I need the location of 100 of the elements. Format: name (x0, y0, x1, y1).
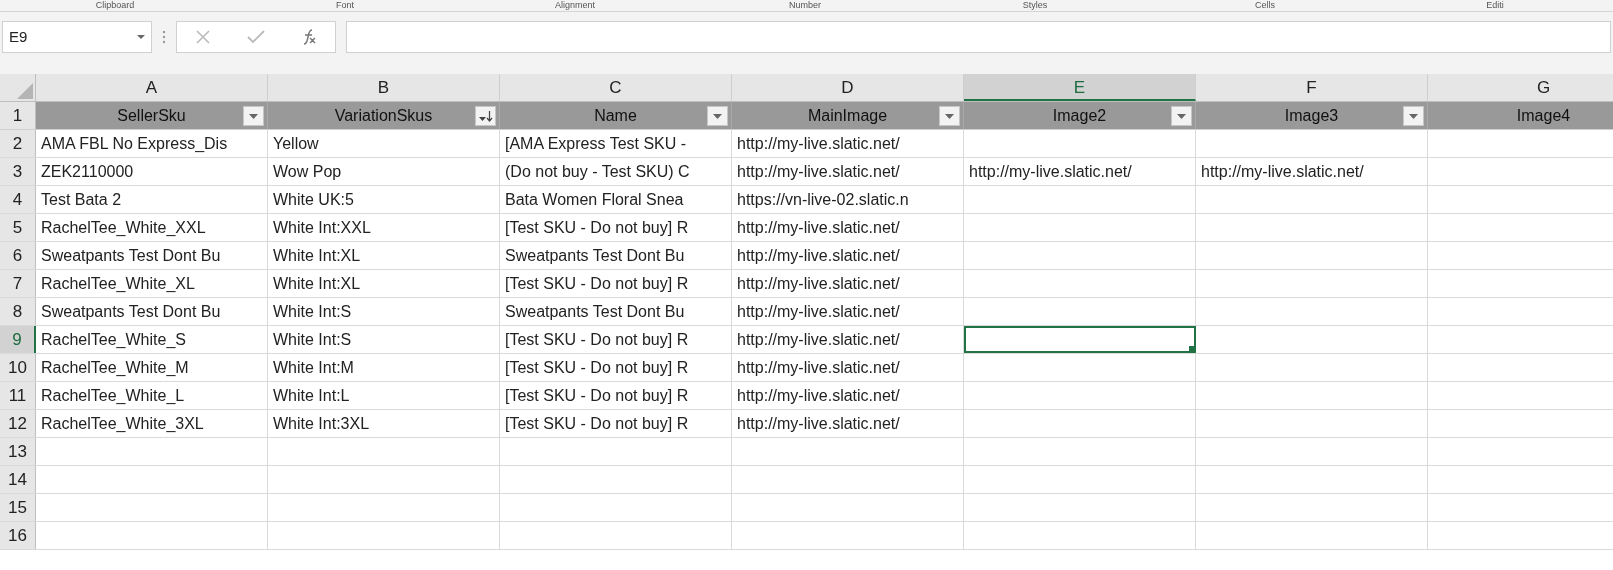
row-header[interactable]: 2 (0, 130, 36, 157)
caret-icon (1409, 113, 1418, 119)
row-header[interactable]: 1 (0, 102, 36, 129)
formula-input-field[interactable] (346, 21, 1611, 53)
table-cell-text: White Int:XL (273, 246, 361, 266)
row-header[interactable]: 10 (0, 354, 36, 381)
table-cell-text: White Int:S (273, 302, 352, 322)
sort-filter-button[interactable] (475, 106, 496, 126)
row-header[interactable]: 16 (0, 522, 36, 549)
filter-dropdown-button[interactable] (1171, 106, 1192, 126)
ribbon-group-label: Styles (1021, 0, 1049, 11)
column-header[interactable]: G (1428, 74, 1613, 101)
row-header[interactable]: 4 (0, 186, 36, 213)
column-header[interactable]: E (964, 74, 1196, 101)
table-cell-text: [Test SKU - Do not buy] R (505, 218, 689, 238)
table-cell-text: White Int:L (273, 386, 350, 406)
table-cell-text: Sweatpants Test Dont Bu (505, 302, 685, 322)
table-cell-text: Sweatpants Test Dont Bu (41, 302, 221, 322)
ribbon-group-label: Number (788, 0, 822, 11)
table-cell-text: RachelTee_White_L (41, 386, 185, 406)
triangle-icon (17, 83, 33, 99)
header-cell-text: Image3 (1283, 106, 1340, 126)
table-cell-text: http://my-live.slatic.net/ (737, 134, 900, 154)
cross-icon (195, 29, 212, 45)
ribbon-group-label: Cells (1254, 0, 1276, 11)
name-box[interactable]: E9 (2, 21, 152, 53)
table-cell-text: http://my-live.slatic.net/ (737, 358, 900, 378)
ribbon-group-label: Editi (1485, 0, 1505, 11)
table-cell-text: http://my-live.slatic.net/ (737, 330, 900, 350)
active-cell-handle[interactable] (1189, 346, 1194, 351)
table-cell-text: Sweatpants Test Dont Bu (505, 246, 685, 266)
column-header[interactable]: A (36, 74, 268, 101)
table-cell-text: [Test SKU - Do not buy] R (505, 386, 689, 406)
caret-icon (249, 113, 258, 119)
table-cell-text: [Test SKU - Do not buy] R (505, 414, 689, 434)
table-cell-text: [Test SKU - Do not buy] R (505, 358, 689, 378)
table-cell-text: RachelTee_White_XL (41, 274, 195, 294)
table-cell-text: RachelTee_White_3XL (41, 414, 204, 434)
table-cell-text: ZEK2110000 (41, 162, 134, 182)
table-cell-text: http://my-live.slatic.net/ (737, 162, 900, 182)
row-header[interactable]: 5 (0, 214, 36, 241)
sort-descending-icon (478, 110, 493, 122)
table-cell-text: RachelTee_White_S (41, 330, 186, 350)
header-cell-text: Image2 (1051, 106, 1108, 126)
row-header[interactable]: 11 (0, 382, 36, 409)
table-cell-text: http://my-live.slatic.net/ (737, 246, 900, 266)
table-cell-text: [Test SKU - Do not buy] R (505, 274, 689, 294)
table-cell-text: Sweatpants Test Dont Bu (41, 246, 221, 266)
grip-icon (162, 30, 166, 44)
table-cell-text: White Int:M (273, 358, 354, 378)
table-cell-text: White Int:S (273, 330, 352, 350)
table-cell-text: White Int:XXL (273, 218, 371, 238)
table-cell-text: Test Bata 2 (41, 190, 122, 210)
cell-reference: E9 (9, 26, 28, 47)
caret-icon (1177, 113, 1186, 119)
table-cell-text: [Test SKU - Do not buy] R (505, 330, 689, 350)
table-cell-text: AMA FBL No Express_Dis (41, 134, 228, 154)
column-header[interactable]: B (268, 74, 500, 101)
row-header[interactable]: 8 (0, 298, 36, 325)
header-cell-text: Name (593, 106, 638, 126)
table-cell-text: http://my-live.slatic.net/ (737, 302, 900, 322)
row-header[interactable]: 7 (0, 270, 36, 297)
table-cell-text: Yellow (273, 134, 319, 154)
row-header[interactable]: 13 (0, 438, 36, 465)
table-cell-text: http://my-live.slatic.net/ (737, 414, 900, 434)
table-cell-text: White Int:XL (273, 274, 361, 294)
table-cell-text: http://my-live.slatic.net/ (737, 274, 900, 294)
table-cell-text: https://vn-live-02.slatic.n (737, 190, 909, 210)
table-cell-text: http://my-live.slatic.net/ (1201, 162, 1364, 182)
table-cell-text: Wow Pop (273, 162, 342, 182)
caret-icon (713, 113, 722, 119)
header-cell-text: Image4 (1515, 106, 1572, 126)
header-cell-text: MainImage (806, 106, 889, 126)
caret-icon (137, 35, 145, 39)
table-cell-text: [AMA Express Test SKU - (505, 134, 687, 154)
table-cell-text: (Do not buy - Test SKU) C (505, 162, 690, 182)
row-header[interactable]: 3 (0, 158, 36, 185)
table-cell-text: RachelTee_White_XXL (41, 218, 206, 238)
table-cell-text: Bata Women Floral Snea (505, 190, 684, 210)
column-header[interactable]: F (1196, 74, 1428, 101)
header-cell-text: SellerSku (116, 106, 187, 126)
row-header[interactable]: 15 (0, 494, 36, 521)
table-cell-text: White UK:5 (273, 190, 354, 210)
ribbon-group-label: Alignment (554, 0, 596, 11)
column-header[interactable]: C (500, 74, 732, 101)
row-header[interactable]: 9 (0, 326, 36, 353)
header-cell-text: VariationSkus (333, 106, 434, 126)
table-cell-text: http://my-live.slatic.net/ (737, 218, 900, 238)
filter-dropdown-button[interactable] (1403, 106, 1424, 126)
filter-dropdown-button[interactable] (243, 106, 264, 126)
row-header[interactable]: 14 (0, 466, 36, 493)
filter-dropdown-button[interactable] (707, 106, 728, 126)
table-cell-text: http://my-live.slatic.net/ (969, 162, 1132, 182)
filter-dropdown-button[interactable] (939, 106, 960, 126)
row-header[interactable]: 12 (0, 410, 36, 437)
caret-icon (945, 113, 954, 119)
table-cell-text: http://my-live.slatic.net/ (737, 386, 900, 406)
table-cell-text: RachelTee_White_M (41, 358, 189, 378)
row-header[interactable]: 6 (0, 242, 36, 269)
checkmark-icon (247, 30, 265, 44)
